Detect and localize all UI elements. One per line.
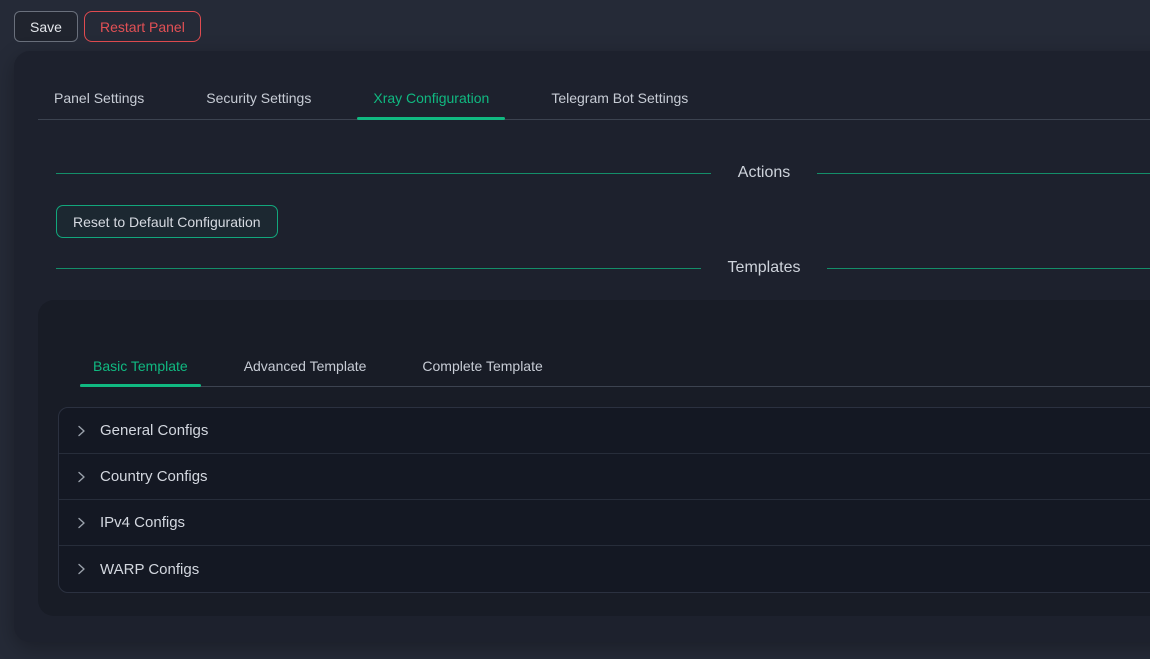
reset-to-default-button[interactable]: Reset to Default Configuration	[56, 205, 278, 238]
tab-label: Xray Configuration	[373, 90, 489, 106]
collapse-row-ipv4-configs[interactable]: IPv4 Configs	[59, 500, 1150, 546]
tab-label: Security Settings	[206, 90, 311, 106]
actions-divider-label: Actions	[738, 164, 790, 182]
tab-xray-configuration[interactable]: Xray Configuration	[357, 77, 505, 119]
tab-advanced-template[interactable]: Advanced Template	[231, 344, 380, 386]
chevron-right-icon	[75, 563, 87, 575]
chevron-right-icon	[75, 425, 87, 437]
collapse-row-label: WARP Configs	[100, 561, 199, 578]
tab-label: Basic Template	[93, 358, 188, 374]
config-collapse: General Configs Country Configs IPv4 Con…	[58, 407, 1150, 593]
chevron-right-icon	[75, 517, 87, 529]
template-tabs: Basic Template Advanced Template Complet…	[80, 344, 1150, 387]
chevron-right-icon	[75, 471, 87, 483]
templates-divider: Templates	[56, 256, 1150, 280]
tab-security-settings[interactable]: Security Settings	[190, 77, 327, 119]
tab-telegram-bot-settings[interactable]: Telegram Bot Settings	[535, 77, 704, 119]
collapse-row-warp-configs[interactable]: WARP Configs	[59, 546, 1150, 592]
tab-panel-settings[interactable]: Panel Settings	[38, 77, 160, 119]
tab-label: Telegram Bot Settings	[551, 90, 688, 106]
settings-tabs: Panel Settings Security Settings Xray Co…	[38, 77, 1150, 120]
templates-divider-label: Templates	[728, 259, 801, 277]
topbar: Save Restart Panel	[0, 0, 1150, 51]
collapse-row-general-configs[interactable]: General Configs	[59, 408, 1150, 454]
actions-divider: Actions	[56, 161, 1150, 185]
settings-card: Panel Settings Security Settings Xray Co…	[14, 51, 1150, 642]
restart-panel-button[interactable]: Restart Panel	[84, 11, 201, 42]
tab-label: Advanced Template	[244, 358, 367, 374]
collapse-row-country-configs[interactable]: Country Configs	[59, 454, 1150, 500]
collapse-row-label: General Configs	[100, 422, 208, 439]
templates-card: Basic Template Advanced Template Complet…	[38, 300, 1150, 616]
tab-complete-template[interactable]: Complete Template	[409, 344, 555, 386]
collapse-row-label: IPv4 Configs	[100, 514, 185, 531]
collapse-row-label: Country Configs	[100, 468, 208, 485]
save-button[interactable]: Save	[14, 11, 78, 42]
tab-label: Panel Settings	[54, 90, 144, 106]
tab-basic-template[interactable]: Basic Template	[80, 344, 201, 386]
tab-label: Complete Template	[422, 358, 542, 374]
